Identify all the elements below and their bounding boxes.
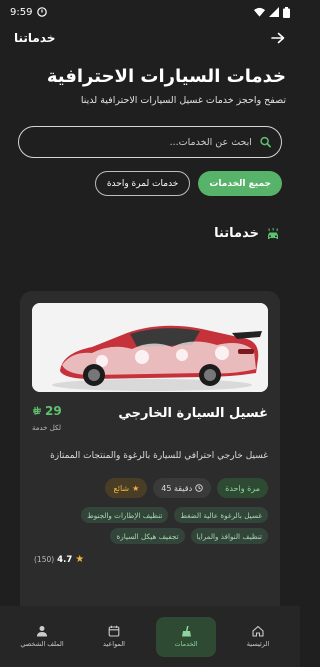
feature-tags: تنظيف الإطارات والجنوط غسيل بالرغوة عالي… <box>32 507 268 544</box>
section-heading: خدماتنا <box>20 226 280 241</box>
search-input[interactable] <box>29 136 252 148</box>
section-title: خدماتنا <box>214 226 259 241</box>
battery-icon <box>283 6 290 18</box>
popular-badge: شائع ★ <box>105 478 148 498</box>
popular-badge-label: شائع <box>113 483 130 493</box>
car-image <box>32 303 268 392</box>
service-title: غسيل السيارة الخارجي <box>118 406 268 421</box>
nav-label: المواعيد <box>103 640 125 648</box>
nav-label: الخدمات <box>174 640 198 648</box>
service-card[interactable]: 29 لكل خدمة غسيل السيارة الخارجي غسيل خا… <box>20 291 280 651</box>
page-subtitle: تصفح واحجز خدمات غسيل السيارات الاحترافي… <box>80 95 286 106</box>
clock-icon <box>195 484 203 492</box>
feature-tag: تجفيف هيكل السيارة <box>110 528 185 544</box>
star-icon: ★ <box>75 554 85 565</box>
service-image <box>32 303 268 392</box>
wifi-icon <box>254 7 265 17</box>
person-icon <box>37 626 47 637</box>
filter-chip-one-time[interactable]: خدمات لمرة واحدة <box>94 171 191 196</box>
service-description: غسيل خارجي احترافي للسيارة بالرغوة والمن… <box>50 451 268 461</box>
calendar-icon <box>108 625 120 637</box>
back-button[interactable] <box>268 28 288 48</box>
nav-item-appointments[interactable]: المواعيد <box>84 617 144 657</box>
signal-icon <box>269 7 279 17</box>
feature-tag: تنظيف الإطارات والجنوط <box>81 507 169 523</box>
nav-item-services[interactable]: الخدمات <box>156 616 216 657</box>
rating-value: 4.7 <box>57 554 73 565</box>
nav-item-home[interactable]: الرئيسية <box>228 617 288 657</box>
filter-chip-all[interactable]: جميع الخدمات <box>198 171 282 196</box>
meta-badges: شائع ★ 45 دقيقة مرة واحدة <box>32 478 268 498</box>
app-bar-title: خدماتنا <box>14 31 56 45</box>
bottom-nav: الملف الشخصي المواعيد الخدمات الرئيسية <box>0 606 300 667</box>
price-block: 29 لكل خدمة <box>32 404 62 432</box>
price-value: 29 <box>45 404 62 418</box>
price-unit: لكل خدمة <box>32 424 62 432</box>
nav-label: الرئيسية <box>246 640 270 648</box>
feature-tag: غسيل بالرغوة عالية الضغط <box>174 507 268 523</box>
currency-icon <box>32 406 42 415</box>
home-icon <box>252 625 264 637</box>
car-wash-icon <box>268 227 278 239</box>
nav-label: الملف الشخصي <box>20 640 64 648</box>
search-icon <box>260 136 271 148</box>
duration-label: 45 دقيقة <box>161 483 193 493</box>
notification-icon <box>37 7 48 17</box>
status-bar: 9:59 <box>0 0 300 24</box>
card-header: 29 لكل خدمة غسيل السيارة الخارجي <box>32 404 268 432</box>
page-title: خدمات السيارات الاحترافية <box>46 66 286 87</box>
arrow-right-icon <box>271 32 285 44</box>
price: 29 <box>32 404 62 418</box>
rating: (150) 4.7 ★ <box>34 554 280 565</box>
nav-item-profile[interactable]: الملف الشخصي <box>12 617 72 657</box>
feature-tag: تنظيف النوافذ والمرايا <box>190 528 268 544</box>
status-time: 9:59 <box>10 6 33 18</box>
hero: خدمات السيارات الاحترافية تصفح واحجز خدم… <box>0 66 300 106</box>
rating-count: (150) <box>34 555 55 564</box>
app-bar: خدماتنا <box>0 24 300 52</box>
type-badge: مرة واحدة <box>217 478 268 498</box>
broom-icon <box>182 626 191 637</box>
filter-chips: خدمات لمرة واحدة جميع الخدمات <box>18 171 282 196</box>
star-icon: ★ <box>132 483 140 493</box>
search-bar[interactable] <box>18 126 282 158</box>
duration-badge: 45 دقيقة <box>153 478 212 498</box>
